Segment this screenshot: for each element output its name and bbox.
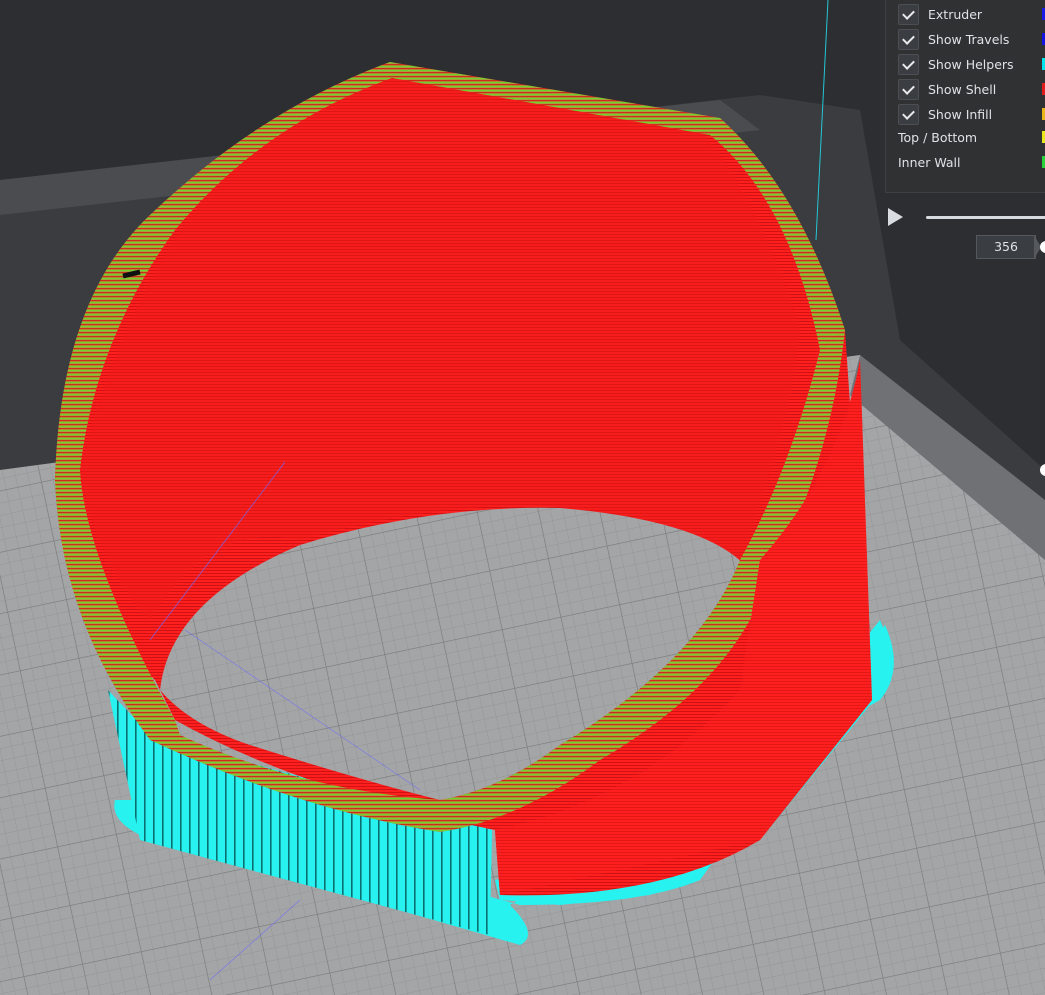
legend-panel: Extruder Show Travels Show Helpers Show …	[885, 0, 1045, 193]
legend-row-show-helpers[interactable]: Show Helpers	[886, 52, 1045, 77]
checkmark-icon	[902, 32, 915, 45]
checkmark-icon	[902, 107, 915, 120]
layer-slider-lower-handle[interactable]	[1040, 464, 1045, 476]
legend-row-top-bottom: Top / Bottom	[886, 125, 1045, 150]
show-shell-checkbox[interactable]	[898, 79, 919, 100]
checkmark-icon	[902, 7, 915, 20]
current-layer-input[interactable]: 356	[976, 235, 1036, 259]
extruder-checkbox[interactable]	[898, 4, 919, 25]
legend-label: Extruder	[928, 7, 983, 22]
legend-row-inner-wall: Inner Wall	[886, 150, 1045, 175]
legend-label: Top / Bottom	[898, 130, 978, 145]
legend-label: Show Infill	[928, 107, 993, 122]
legend-label: Inner Wall	[898, 155, 961, 170]
legend-label: Show Shell	[928, 82, 997, 97]
show-helpers-checkbox[interactable]	[898, 54, 919, 75]
legend-row-extruder[interactable]: Extruder	[886, 2, 1045, 27]
legend-row-show-shell[interactable]: Show Shell	[886, 77, 1045, 102]
legend-label: Show Helpers	[928, 57, 1014, 72]
checkmark-icon	[902, 82, 915, 95]
show-infill-checkbox[interactable]	[898, 104, 919, 125]
checkmark-icon	[902, 57, 915, 70]
legend-row-show-infill[interactable]: Show Infill	[886, 102, 1045, 127]
play-icon[interactable]	[888, 208, 903, 226]
legend-row-show-travels[interactable]: Show Travels	[886, 27, 1045, 52]
show-travels-checkbox[interactable]	[898, 29, 919, 50]
simulation-slider-track[interactable]	[926, 216, 1045, 219]
layer-slider-upper-handle[interactable]	[1040, 241, 1045, 253]
legend-label: Show Travels	[928, 32, 1010, 47]
